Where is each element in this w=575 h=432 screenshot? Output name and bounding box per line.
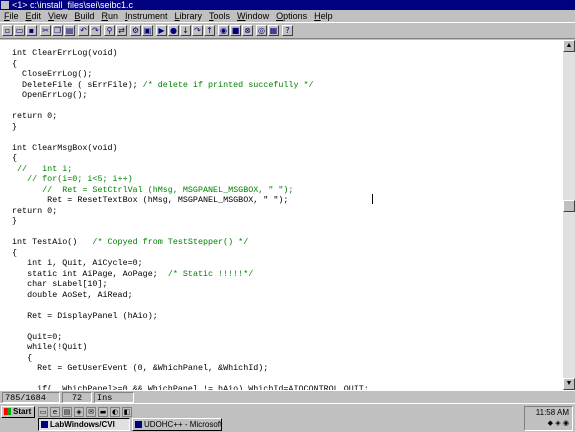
text-cursor bbox=[372, 194, 373, 204]
scroll-up-button[interactable]: ▲ bbox=[563, 40, 575, 52]
menu-item-instrument[interactable]: Instrument bbox=[125, 11, 168, 21]
new-icon[interactable]: ▫ bbox=[2, 25, 13, 36]
code-line[interactable]: { bbox=[12, 248, 17, 258]
source-code[interactable]: int ClearErrLog(void) { CloseErrLog(); D… bbox=[12, 48, 369, 390]
mail-icon[interactable]: ✉ bbox=[86, 407, 96, 417]
run-icon[interactable]: ▶ bbox=[156, 25, 167, 36]
step-into-icon[interactable]: ↓ bbox=[180, 25, 191, 36]
paste-icon[interactable]: ▤ bbox=[64, 25, 75, 36]
code-editor[interactable]: int ClearErrLog(void) { CloseErrLog(); D… bbox=[0, 40, 563, 390]
open-icon[interactable]: ▭ bbox=[14, 25, 25, 36]
watch-icon[interactable]: ◎ bbox=[256, 25, 267, 36]
code-line[interactable]: Ret = ResetTextBox (hMsg, MSGPANEL_MSGBO… bbox=[12, 195, 288, 205]
code-line[interactable]: { bbox=[12, 59, 17, 69]
code-line[interactable]: Ret = DisplayPanel (hAio); bbox=[12, 311, 158, 321]
code-line[interactable]: int ClearMsgBox(void) bbox=[12, 143, 118, 153]
undo-icon[interactable]: ↶ bbox=[78, 25, 89, 36]
build-icon[interactable]: ⚙ bbox=[130, 25, 141, 36]
menu-item-help[interactable]: Help bbox=[314, 11, 333, 21]
system-tray: 11:58 AM ◆ ◈ ◉ bbox=[524, 406, 573, 431]
menu-item-view[interactable]: View bbox=[48, 11, 67, 21]
menu-item-options[interactable]: Options bbox=[276, 11, 307, 21]
terminate-icon[interactable]: ⊗ bbox=[242, 25, 253, 36]
code-line[interactable]: char sLabel[10]; bbox=[12, 279, 107, 289]
code-line[interactable]: double AoSet, AiRead; bbox=[12, 290, 133, 300]
tool-shortcut-icon[interactable]: ◧ bbox=[122, 407, 132, 417]
code-line[interactable]: } bbox=[12, 122, 17, 132]
menu-item-run[interactable]: Run bbox=[101, 11, 118, 21]
code-line[interactable]: int ClearErrLog(void) bbox=[12, 48, 118, 58]
code-line[interactable]: CloseErrLog(); bbox=[12, 69, 92, 79]
task-microsoft[interactable]: UDOHC++ - Microsoft... bbox=[132, 418, 222, 431]
tray-icons[interactable]: ◆ ◈ ◉ bbox=[525, 418, 569, 429]
scroll-down-button[interactable]: ▼ bbox=[563, 378, 575, 390]
app-shortcut-icon[interactable]: ◐ bbox=[110, 407, 120, 417]
labwindows-icon bbox=[41, 421, 48, 428]
scroll-thumb[interactable] bbox=[563, 200, 575, 212]
explorer-icon[interactable]: ▤ bbox=[62, 407, 72, 417]
redo-icon[interactable]: ↷ bbox=[90, 25, 101, 36]
browser-icon[interactable]: e bbox=[50, 407, 60, 417]
toolbar: ▫ ▭ ▪ ✂ ❐ ▤ ↶ ↷ ⚲ ⇄ ⚙ ▣ ▶ ● ↓ ↷ ↑ ◉ ■ ⊗ ◎ ▦? bbox=[0, 22, 575, 39]
step-over-icon[interactable]: ↷ bbox=[192, 25, 203, 36]
vertical-scrollbar[interactable]: ▲ ▼ bbox=[563, 40, 575, 390]
code-line[interactable]: { bbox=[12, 153, 17, 163]
code-line[interactable]: { bbox=[12, 353, 32, 363]
start-button[interactable]: Start bbox=[1, 406, 35, 418]
help-icon[interactable]: ? bbox=[282, 25, 293, 36]
taskbar: Start ▭ e ▤ ◈ ✉ ▬ ◐ ◧ LabWindows/CVI UDO… bbox=[0, 403, 575, 432]
code-line[interactable]: static int AiPage, AoPage; /* Static !!!… bbox=[12, 269, 253, 279]
menu-item-tools[interactable]: Tools bbox=[209, 11, 230, 21]
insert-mode: Ins bbox=[94, 392, 134, 403]
code-line[interactable]: OpenErrLog(); bbox=[12, 90, 87, 100]
compile-icon[interactable]: ▣ bbox=[142, 25, 153, 36]
code-line[interactable]: DeleteFile ( sErrFile); /* delete if pri… bbox=[12, 80, 314, 90]
task-labwindows[interactable]: LabWindows/CVI bbox=[38, 418, 130, 431]
status-bar: 785/1684 72 Ins bbox=[0, 390, 575, 403]
cut-icon[interactable]: ✂ bbox=[40, 25, 51, 36]
clock[interactable]: 11:58 AM bbox=[525, 407, 569, 418]
line-position: 785/1684 bbox=[2, 392, 60, 403]
window-title-bar[interactable]: <1> c:\install_files\sei\seibc1.c bbox=[0, 0, 575, 10]
code-line[interactable]: Quit=0; bbox=[12, 332, 62, 342]
code-line[interactable]: while(!Quit) bbox=[12, 342, 87, 352]
copy-icon[interactable]: ❐ bbox=[52, 25, 63, 36]
go-icon[interactable]: ● bbox=[168, 25, 179, 36]
code-line[interactable]: } bbox=[12, 216, 17, 226]
code-line[interactable]: int TestAio() /* Copyed from TestStepper… bbox=[12, 237, 248, 247]
code-line[interactable]: int i, Quit, AiCycle=0; bbox=[12, 258, 143, 268]
windows-logo-icon bbox=[4, 408, 11, 415]
menu-item-library[interactable]: Library bbox=[175, 11, 203, 21]
menu-item-build[interactable]: Build bbox=[74, 11, 94, 21]
variables-icon[interactable]: ▦ bbox=[268, 25, 279, 36]
replace-icon[interactable]: ⇄ bbox=[116, 25, 127, 36]
code-line[interactable]: Ret = GetUserEvent (0, &WhichPanel, &Whi… bbox=[12, 363, 268, 373]
menu-item-window[interactable]: Window bbox=[237, 11, 269, 21]
document-icon bbox=[135, 421, 142, 428]
menu-bar: File Edit View Build Run Instrument Library Too… bbox=[0, 10, 575, 22]
menu-item-file[interactable]: File bbox=[4, 11, 19, 21]
code-line[interactable]: // int i; bbox=[12, 164, 72, 174]
find-icon[interactable]: ⚲ bbox=[104, 25, 115, 36]
finish-icon[interactable]: ↑ bbox=[204, 25, 215, 36]
code-line[interactable]: return 0; bbox=[12, 206, 57, 216]
stop-icon[interactable]: ■ bbox=[230, 25, 241, 36]
menu-item-edit[interactable]: Edit bbox=[26, 11, 42, 21]
save-icon[interactable]: ▪ bbox=[26, 25, 37, 36]
folder-icon[interactable]: ▬ bbox=[98, 407, 108, 417]
window-title: <1> c:\install_files\sei\seibc1.c bbox=[12, 0, 134, 10]
desktop-icon[interactable]: ▭ bbox=[38, 407, 48, 417]
network-icon[interactable]: ◈ bbox=[74, 407, 84, 417]
code-line[interactable]: // for(i=0; i<5; i++) bbox=[12, 174, 133, 184]
app-icon[interactable] bbox=[1, 1, 9, 9]
code-line[interactable]: return 0; bbox=[12, 111, 57, 121]
breakpoint-icon[interactable]: ◉ bbox=[218, 25, 229, 36]
code-line[interactable]: // Ret = SetCtrlVal (hMsg, MSGPANEL_MSGB… bbox=[12, 185, 293, 195]
column-number: 72 bbox=[62, 392, 92, 403]
